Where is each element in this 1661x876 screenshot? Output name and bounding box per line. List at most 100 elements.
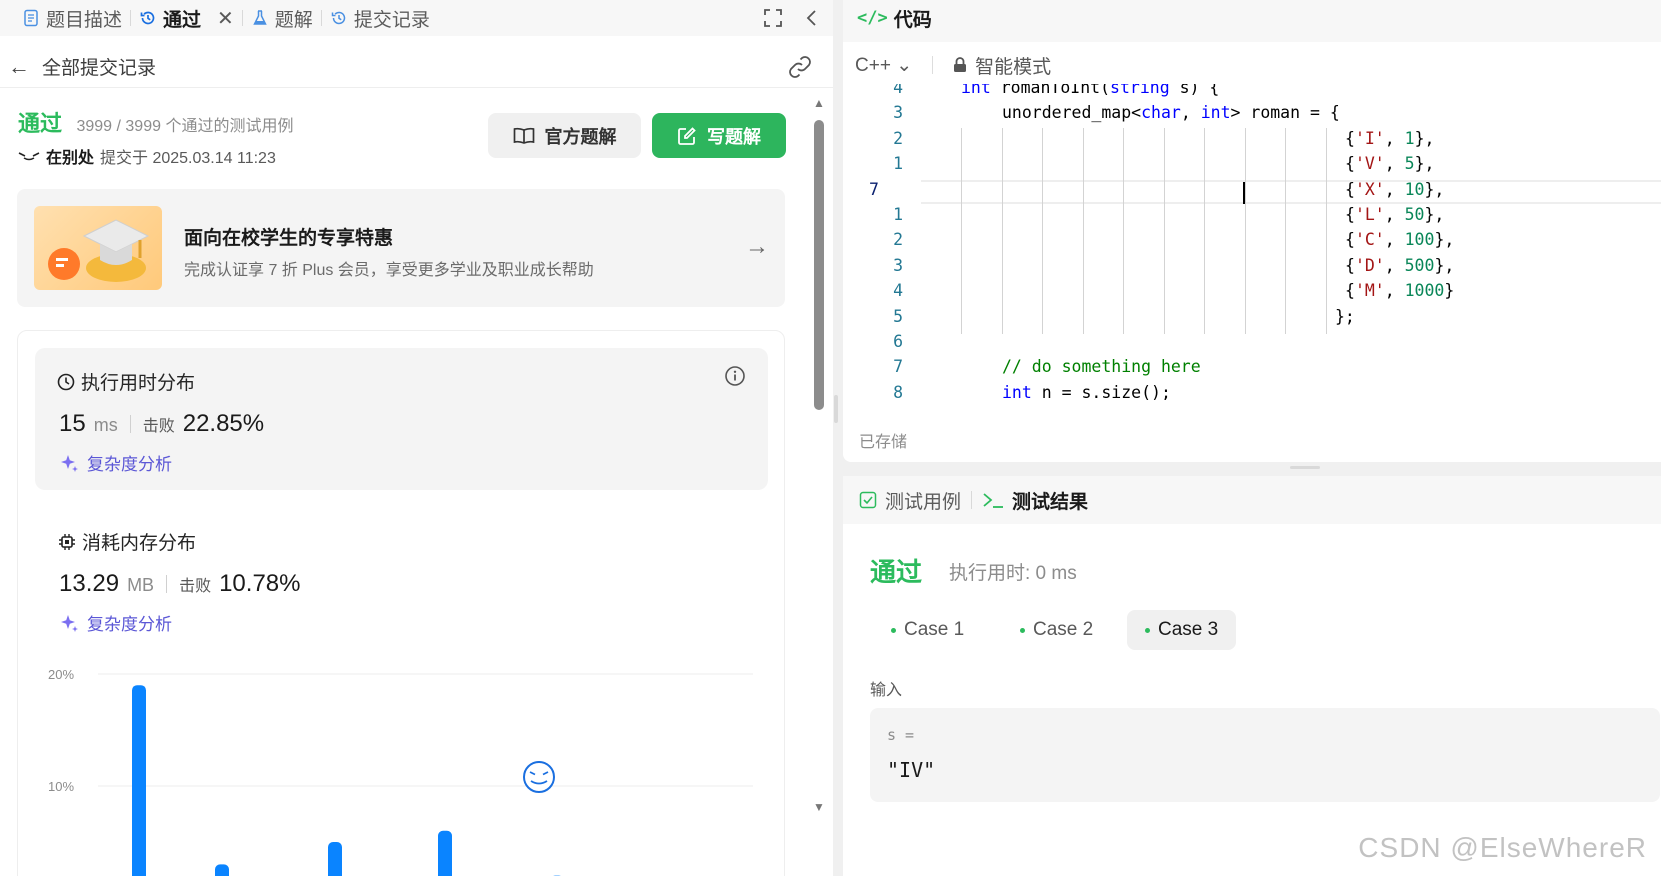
promo-title: 面向在校学生的专享特惠	[184, 228, 394, 249]
code-line: {'C', 100},	[1345, 230, 1455, 250]
panel-resize-handle[interactable]	[1290, 466, 1320, 469]
history-icon	[331, 11, 346, 25]
scroll-thumb[interactable]	[814, 120, 824, 410]
graduation-cap-illustration	[34, 206, 162, 290]
divider	[166, 575, 168, 593]
language-select[interactable]: C++ ⌄	[855, 54, 912, 77]
indent-guide	[1002, 128, 1003, 334]
tab-description[interactable]: 题目描述	[14, 0, 130, 36]
pane-resize-handle[interactable]	[834, 395, 838, 423]
tab-label: 题解	[274, 9, 313, 31]
result-status: 通过 3999 / 3999 个通过的测试用例	[18, 106, 293, 138]
test-panel: 测试用例 测试结果 通过 执行用时: 0 ms Case 1 Case 2 Ca…	[843, 476, 1661, 876]
chip-icon	[59, 533, 75, 550]
case-tab-3[interactable]: Case 3	[1127, 610, 1237, 650]
line-number: 7	[869, 179, 879, 199]
distribution-bar[interactable]	[328, 842, 342, 876]
distribution-bar[interactable]	[132, 685, 146, 876]
code-editor[interactable]: 4 int romanToInt(string s) {3 unordered_ma…	[843, 84, 1661, 400]
case-tab-1[interactable]: Case 1	[873, 610, 982, 650]
status-badge: 通过	[18, 111, 63, 136]
fullscreen-icon[interactable]	[763, 8, 783, 28]
app-root: 题目描述 通过 ✕ 题解 提交记录 ← 全部提交记录 通过 3999 / 399…	[0, 0, 1661, 876]
username[interactable]: 在别处	[46, 144, 94, 168]
left-scrollbar[interactable]: ▲ ▼	[812, 96, 826, 820]
code-panel: </> 代码 C++ ⌄ 智能模式 4 int romanToInt(string	[843, 0, 1661, 462]
indent-guide	[1123, 128, 1124, 334]
book-icon	[513, 127, 534, 144]
code-title: </> 代码	[857, 0, 932, 36]
button-label: 写题解	[707, 126, 761, 147]
memory-stats: 13.29 MB 击败 10.78%	[59, 570, 300, 598]
tab-label: 题目描述	[46, 9, 123, 31]
case-label: Case 2	[1033, 619, 1094, 640]
your-position-marker[interactable]	[523, 761, 555, 793]
complexity-analysis-link[interactable]: 复杂度分析	[59, 610, 172, 635]
indent-guide	[1326, 128, 1327, 334]
tab-solutions[interactable]: 题解	[243, 0, 321, 36]
info-icon[interactable]	[724, 365, 746, 387]
scroll-down-icon[interactable]: ▼	[813, 800, 825, 814]
language-label: C++	[855, 54, 891, 76]
pass-dot	[1145, 627, 1150, 633]
sparkle-icon	[61, 454, 78, 472]
official-solution-button[interactable]: 官方题解	[488, 113, 641, 158]
terminal-icon	[983, 493, 1004, 508]
runtime-stats: 15 ms 击败 22.85%	[59, 410, 264, 438]
input-variable-name: s =	[887, 726, 915, 744]
distribution-bar[interactable]	[438, 830, 452, 876]
analysis-label: 复杂度分析	[87, 455, 172, 474]
tab-test-result[interactable]: 测试结果	[982, 487, 1088, 514]
code-line: // do something here	[1002, 357, 1201, 377]
tab-accepted[interactable]: 通过 ✕	[131, 0, 242, 36]
indent-guide	[1164, 128, 1165, 334]
section-title-label: 执行用时分布	[81, 373, 196, 394]
back-arrow-icon[interactable]: ←	[8, 54, 30, 80]
code-line: {'I', 1},	[1345, 128, 1435, 148]
code-line: {'D', 500},	[1345, 255, 1455, 275]
mode-label: 智能模式	[975, 56, 1052, 78]
submit-time: 提交于 2025.03.14 11:23	[100, 150, 276, 167]
line-number: 3	[893, 255, 903, 275]
beat-label: 击败	[142, 418, 175, 435]
memory-unit: MB	[127, 575, 155, 595]
tab-testcases[interactable]: 测试用例	[859, 487, 961, 514]
share-link-icon[interactable]	[787, 54, 813, 80]
code-line: {'M', 1000}	[1345, 281, 1455, 301]
runtime-section[interactable]: 执行用时分布 15 ms 击败 22.85% 复杂度分析	[35, 348, 768, 490]
line-number: 6	[893, 332, 903, 351]
divider	[129, 415, 131, 433]
edit-icon	[678, 126, 696, 145]
divider	[932, 56, 934, 74]
scroll-up-icon[interactable]: ▲	[813, 96, 825, 110]
tab-submissions[interactable]: 提交记录	[322, 0, 438, 36]
button-label: 官方题解	[544, 126, 617, 147]
runtime-unit: ms	[93, 415, 118, 435]
input-label: 输入	[870, 682, 903, 699]
line-number: 1	[893, 154, 903, 174]
collapse-left-icon[interactable]	[805, 8, 819, 28]
student-promo-banner[interactable]: 面向在校学生的专享特惠 完成认证享 7 折 Plus 会员，享受更多学业及职业成…	[17, 189, 785, 307]
memory-distribution-chart[interactable]: 20% 10%	[43, 661, 763, 876]
write-solution-button[interactable]: 写题解	[652, 113, 786, 158]
code-title-label: 代码	[893, 9, 932, 31]
editor-toolbar: C++ ⌄ 智能模式	[855, 46, 1051, 84]
distribution-bar[interactable]	[215, 864, 229, 876]
runtime-beat-percent: 22.85%	[182, 410, 265, 437]
chevron-down-icon: ⌄	[896, 54, 913, 76]
complexity-analysis-link[interactable]: 复杂度分析	[59, 450, 172, 475]
smart-mode-toggle[interactable]: 智能模式	[953, 52, 1051, 79]
line-number: 4	[893, 281, 903, 301]
all-submissions-link[interactable]: 全部提交记录	[42, 53, 156, 80]
arrow-right-icon[interactable]: →	[745, 233, 769, 261]
line-number: 1	[893, 205, 903, 224]
close-icon[interactable]: ✕	[217, 6, 234, 31]
input-box[interactable]: s = "IV"	[870, 708, 1660, 802]
memory-beat-percent: 10.78%	[219, 570, 301, 597]
pass-dot	[891, 627, 896, 633]
avatar[interactable]	[18, 149, 40, 163]
tabbar-actions	[763, 0, 819, 36]
y-tick-label: 10%	[48, 779, 74, 794]
text-caret	[1243, 182, 1245, 204]
case-tab-2[interactable]: Case 2	[1002, 610, 1111, 650]
